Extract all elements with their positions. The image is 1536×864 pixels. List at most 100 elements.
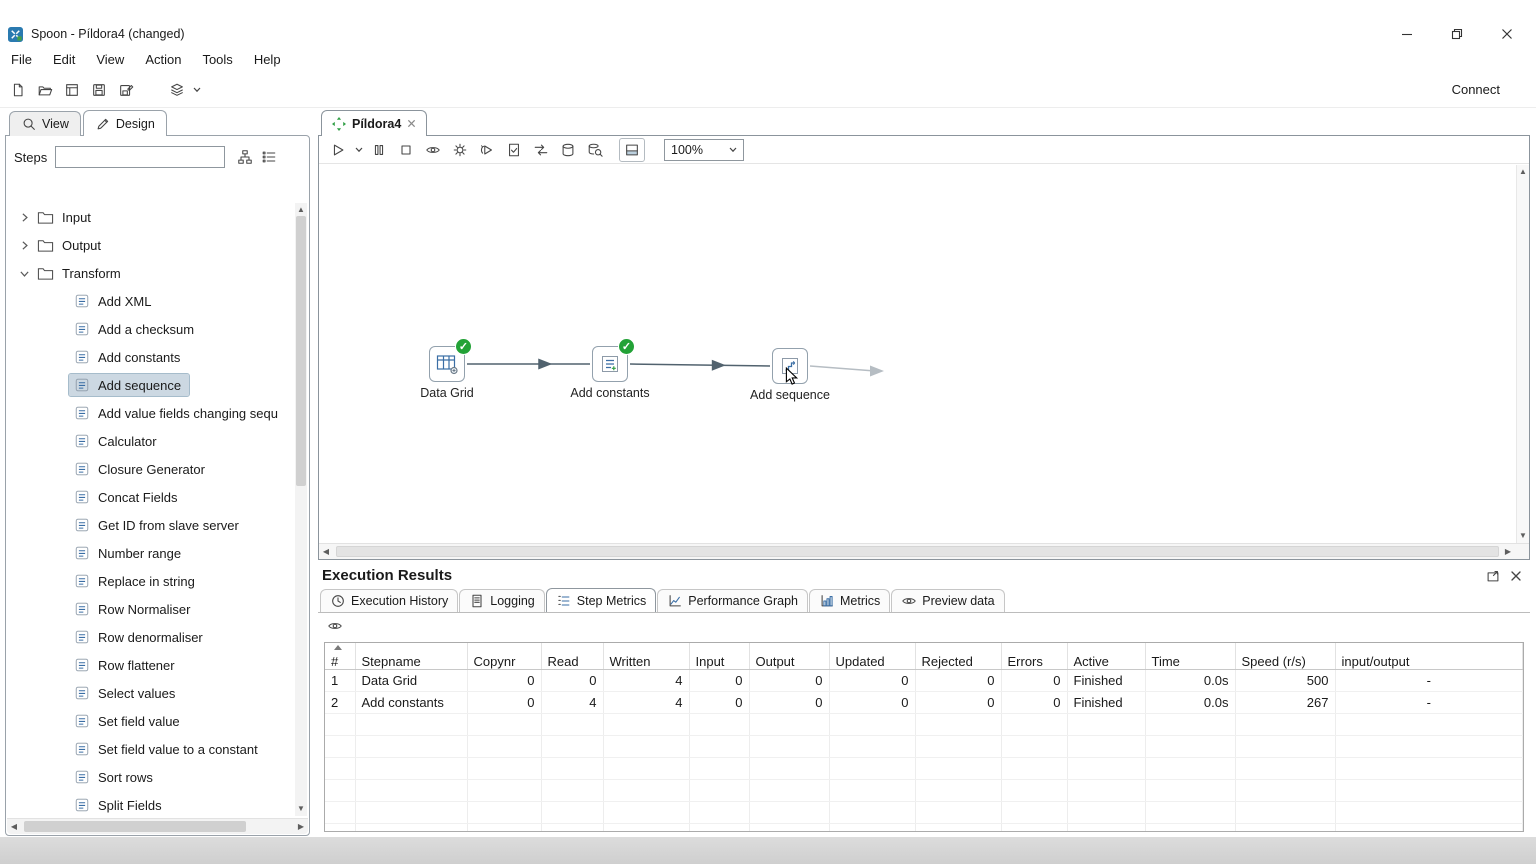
tree-item-replace-in-string[interactable]: Replace in string — [6, 567, 294, 595]
column-rejected[interactable]: Rejected — [915, 643, 1001, 669]
column-active[interactable]: Active — [1067, 643, 1145, 669]
scroll-left-icon[interactable]: ◀ — [319, 545, 333, 559]
results-tab-step-metrics[interactable]: Step Metrics — [546, 588, 656, 612]
metrics-row[interactable]: 2Add constants04400000Finished0.0s267- — [325, 691, 1523, 713]
step-node-box[interactable]: ✓ — [592, 346, 628, 382]
tree-item-set-field-value[interactable]: Set field value — [6, 707, 294, 735]
scrollbar-thumb[interactable] — [24, 821, 246, 832]
perspectives-button[interactable] — [163, 77, 190, 103]
menu-view[interactable]: View — [93, 50, 127, 69]
results-maximize-icon[interactable] — [1485, 568, 1501, 584]
menu-edit[interactable]: Edit — [50, 50, 78, 69]
column-speed-r-s[interactable]: Speed (r/s) — [1235, 643, 1335, 669]
scroll-left-icon[interactable]: ◀ — [7, 820, 21, 834]
tree-item-add-a-checksum[interactable]: Add a checksum — [6, 315, 294, 343]
step-node-add-constants[interactable]: ✓Add constants — [565, 346, 655, 400]
sidebar-horizontal-scrollbar[interactable]: ◀ ▶ — [7, 818, 308, 834]
explore-repository-button[interactable] — [58, 77, 85, 103]
impact-button[interactable] — [528, 138, 554, 162]
chevron-right-icon[interactable] — [17, 211, 32, 224]
tree-item-calculator[interactable]: Calculator — [6, 427, 294, 455]
scroll-right-icon[interactable]: ▶ — [294, 820, 308, 834]
preview-button[interactable] — [420, 138, 446, 162]
scroll-down-icon[interactable]: ▼ — [1516, 529, 1530, 543]
results-tab-metrics[interactable]: Metrics — [809, 589, 890, 612]
stop-button[interactable] — [393, 138, 419, 162]
tree-folder-transform[interactable]: Transform — [6, 259, 294, 287]
tree-item-concat-fields[interactable]: Concat Fields — [6, 483, 294, 511]
perspectives-caret-icon[interactable] — [190, 77, 204, 103]
tree-item-add-value-fields-changing-sequ[interactable]: Add value fields changing sequ — [6, 399, 294, 427]
tree-folder-output[interactable]: Output — [6, 231, 294, 259]
run-button[interactable] — [325, 138, 351, 162]
tree-item-row-denormaliser[interactable]: Row denormaliser — [6, 623, 294, 651]
column-updated[interactable]: Updated — [829, 643, 915, 669]
results-tab-performance-graph[interactable]: Performance Graph — [657, 589, 808, 612]
scroll-up-icon[interactable]: ▲ — [1516, 165, 1530, 179]
get-sql-button[interactable] — [555, 138, 581, 162]
scrollbar-thumb[interactable] — [336, 546, 1499, 557]
sidebar-tab-design[interactable]: Design — [83, 110, 167, 136]
explore-db-button[interactable] — [582, 138, 608, 162]
steps-search-input[interactable] — [55, 146, 225, 168]
results-close-icon[interactable] — [1508, 568, 1524, 584]
save-button[interactable] — [85, 77, 112, 103]
tree-item-closure-generator[interactable]: Closure Generator — [6, 455, 294, 483]
results-tab-execution-history[interactable]: Execution History — [320, 589, 458, 612]
minimize-button[interactable] — [1382, 20, 1432, 48]
column-output[interactable]: Output — [749, 643, 829, 669]
chevron-down-icon[interactable] — [17, 267, 32, 280]
list-view-icon[interactable] — [261, 149, 277, 165]
sidebar-tab-view[interactable]: View — [9, 111, 81, 136]
results-tab-preview-data[interactable]: Preview data — [891, 589, 1004, 612]
canvas-vertical-scrollbar[interactable]: ▲ ▼ — [1516, 165, 1529, 543]
eye-toggle-icon[interactable] — [327, 618, 343, 634]
debug-button[interactable] — [447, 138, 473, 162]
tree-view-icon[interactable] — [237, 149, 253, 165]
new-file-button[interactable] — [4, 77, 31, 103]
tree-item-get-id-from-slave-server[interactable]: Get ID from slave server — [6, 511, 294, 539]
step-node-data-grid[interactable]: ✓Data Grid — [402, 346, 492, 400]
sidebar-vertical-scrollbar[interactable]: ▲ ▼ — [295, 203, 307, 816]
tree-item-set-field-value-to-a-constant[interactable]: Set field value to a constant — [6, 735, 294, 763]
tree-item-split-fields[interactable]: Split Fields — [6, 791, 294, 817]
tree-item-row-normaliser[interactable]: Row Normaliser — [6, 595, 294, 623]
column-copynr[interactable]: Copynr — [467, 643, 541, 669]
scroll-right-icon[interactable]: ▶ — [1501, 545, 1515, 559]
connect-button[interactable]: Connect — [1452, 82, 1500, 97]
show-results-button[interactable] — [619, 138, 645, 162]
tree-item-add-constants[interactable]: Add constants — [6, 343, 294, 371]
tree-item-select-values[interactable]: Select values — [6, 679, 294, 707]
menu-tools[interactable]: Tools — [199, 50, 235, 69]
column-input[interactable]: Input — [689, 643, 749, 669]
replay-button[interactable] — [474, 138, 500, 162]
column-stepname[interactable]: Stepname — [355, 643, 467, 669]
scroll-up-icon[interactable]: ▲ — [294, 203, 308, 217]
column-written[interactable]: Written — [603, 643, 689, 669]
pause-button[interactable] — [366, 138, 392, 162]
tab-pildora4[interactable]: Píldora4 — [321, 110, 427, 136]
tree-folder-input[interactable]: Input — [6, 203, 294, 231]
scroll-down-icon[interactable]: ▼ — [294, 802, 308, 816]
tree-item-add-sequence[interactable]: Add sequence — [6, 371, 294, 399]
metrics-row[interactable]: 1Data Grid00400000Finished0.0s500- — [325, 669, 1523, 691]
open-file-button[interactable] — [31, 77, 58, 103]
column-time[interactable]: Time — [1145, 643, 1235, 669]
results-tab-logging[interactable]: Logging — [459, 589, 545, 612]
tree-item-add-xml[interactable]: Add XML — [6, 287, 294, 315]
close-tab-icon[interactable] — [407, 119, 416, 128]
tree-item-row-flattener[interactable]: Row flattener — [6, 651, 294, 679]
tree-item-number-range[interactable]: Number range — [6, 539, 294, 567]
canvas-horizontal-scrollbar[interactable]: ◀ ▶ — [319, 543, 1529, 559]
menu-file[interactable]: File — [8, 50, 35, 69]
column-read[interactable]: Read — [541, 643, 603, 669]
close-button[interactable] — [1482, 20, 1532, 48]
scrollbar-thumb[interactable] — [296, 216, 306, 486]
zoom-select[interactable]: 100% — [664, 139, 744, 161]
chevron-right-icon[interactable] — [17, 239, 32, 252]
menu-action[interactable]: Action — [142, 50, 184, 69]
column-errors[interactable]: Errors — [1001, 643, 1067, 669]
save-as-button[interactable] — [112, 77, 139, 103]
verify-button[interactable] — [501, 138, 527, 162]
column-[interactable]: # — [325, 643, 355, 669]
